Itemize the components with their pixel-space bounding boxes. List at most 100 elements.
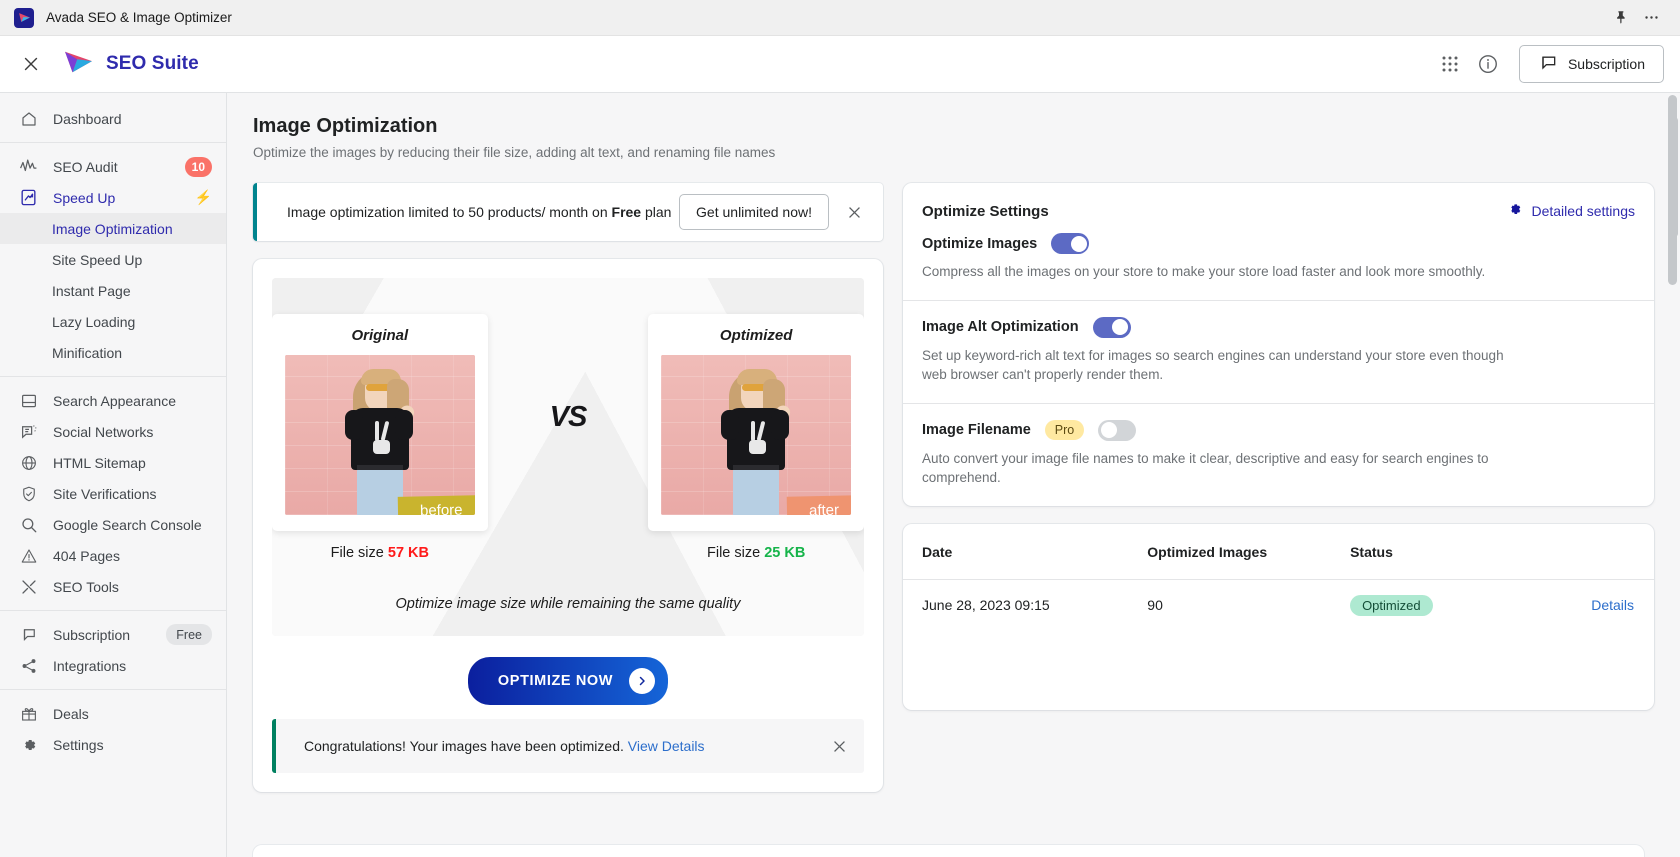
optimize-settings-panel: Optimize Settings Detailed settings Opti… <box>903 183 1654 506</box>
sidebar-item-label: Integrations <box>53 657 127 674</box>
sidebar: Dashboard SEO Audit 10 Speed Up ⚡ Image … <box>0 93 227 857</box>
sidebar-item-google-search-console[interactable]: Google Search Console <box>0 509 226 540</box>
plan-limit-banner: Image optimization limited to 50 product… <box>253 183 883 241</box>
sidebar-item-deals[interactable]: Deals <box>0 698 226 729</box>
more-options-icon[interactable] <box>1636 5 1666 31</box>
get-unlimited-button[interactable]: Get unlimited now! <box>679 194 829 230</box>
setting-label: Image Filename <box>922 422 1031 439</box>
main-content: Image Optimization Optimize the images b… <box>227 93 1680 857</box>
sidebar-item-404-pages[interactable]: 404 Pages <box>0 540 226 571</box>
plan-limit-text: Image optimization limited to 50 product… <box>287 204 679 220</box>
close-icon[interactable] <box>14 47 48 81</box>
sidebar-item-html-sitemap[interactable]: HTML Sitemap <box>0 447 226 478</box>
column-header-action <box>1526 523 1654 580</box>
plan-text-after: plan <box>641 204 672 220</box>
setting-description: Auto convert your image file names to ma… <box>922 450 1489 486</box>
subscription-button[interactable]: Subscription <box>1518 45 1664 83</box>
sidebar-item-label: Search Appearance <box>53 392 176 409</box>
sidebar-subitem-label: Lazy Loading <box>52 313 136 330</box>
original-label: Original <box>351 327 409 344</box>
home-icon <box>18 108 39 129</box>
sidebar-item-speed-up[interactable]: Speed Up ⚡ <box>0 182 226 213</box>
chevron-right-icon <box>629 668 656 694</box>
pulse-icon <box>18 156 39 177</box>
pin-icon[interactable] <box>1606 5 1636 31</box>
optimize-images-toggle[interactable] <box>1051 233 1090 254</box>
sidebar-group-account: Subscription Free Integrations <box>0 610 226 689</box>
page-title: Image Optimization <box>253 115 438 137</box>
details-link[interactable]: Details <box>1591 597 1634 613</box>
sidebar-item-integrations[interactable]: Integrations <box>0 650 226 681</box>
setting-label: Image Alt Optimization <box>922 319 1079 336</box>
sidebar-subitem-label: Minification <box>52 344 123 361</box>
optimized-filesize-prefix: File size <box>707 545 765 561</box>
sidebar-item-label: Dashboard <box>53 110 122 127</box>
seo-suite-logo-icon <box>64 49 94 80</box>
sidebar-item-label: Settings <box>53 736 104 753</box>
table-row: June 28, 2023 09:15 90 Optimized Details <box>903 579 1654 631</box>
sidebar-item-subscription[interactable]: Subscription Free <box>0 619 226 650</box>
sidebar-item-image-optimization[interactable]: Image Optimization <box>0 213 226 244</box>
sidebar-item-label: Google Search Console <box>53 516 202 533</box>
sidebar-item-instant-page[interactable]: Instant Page <box>0 275 226 306</box>
tools-icon <box>18 576 39 597</box>
sidebar-item-seo-audit[interactable]: SEO Audit 10 <box>0 151 226 182</box>
original-filesize-prefix: File size <box>330 545 388 561</box>
original-filesize-value: 57 KB <box>387 545 429 561</box>
optimized-label: Optimized <box>719 327 793 344</box>
sidebar-item-label: Site Verifications <box>53 485 157 502</box>
app-header: SEO Suite Subscription <box>0 36 1680 93</box>
content-inner: Image Optimization Optimize the images b… <box>227 115 1680 792</box>
sidebar-item-dashboard[interactable]: Dashboard <box>0 103 226 134</box>
optimization-card: Original before File size 57 KB VS Optim… <box>253 259 883 792</box>
gift-icon <box>18 703 39 724</box>
subscription-button-label: Subscription <box>1567 56 1645 72</box>
column-header-status: Status <box>1331 523 1527 580</box>
setting-optimize-images: Optimize Images Compress all the images … <box>903 229 1654 300</box>
sidebar-item-label: Deals <box>53 705 89 722</box>
close-icon[interactable] <box>839 197 869 227</box>
sidebar-item-search-appearance[interactable]: Search Appearance <box>0 385 226 416</box>
page-subtitle: Optimize the images by reducing their fi… <box>253 145 776 160</box>
info-icon[interactable] <box>1469 45 1507 83</box>
detailed-settings-link[interactable]: Detailed settings <box>1506 201 1635 221</box>
optimize-settings-header: Optimize Settings Detailed settings <box>903 183 1654 229</box>
avada-logo-icon <box>14 7 34 28</box>
speed-up-icon <box>18 187 39 208</box>
content-columns: Image optimization limited to 50 product… <box>253 117 1678 792</box>
next-section-peek <box>253 845 1644 857</box>
right-column: Optimize Settings Detailed settings Opti… <box>903 117 1678 710</box>
sidebar-item-site-verifications[interactable]: Site Verifications <box>0 478 226 509</box>
column-header-optimized-images: Optimized Images <box>1128 523 1332 580</box>
comparison-row: Original before File size 57 KB VS Optim… <box>272 278 864 561</box>
sidebar-item-social-networks[interactable]: Social Networks <box>0 416 226 447</box>
sidebar-item-seo-tools[interactable]: SEO Tools <box>0 571 226 602</box>
sidebar-item-lazy-loading[interactable]: Lazy Loading <box>0 306 226 337</box>
optimized-card: Optimized after <box>648 314 864 531</box>
before-tape-label: before <box>397 495 475 515</box>
sidebar-badge-seo-audit: 10 <box>184 156 212 177</box>
inbox-icon <box>18 390 39 411</box>
close-icon[interactable] <box>824 731 854 761</box>
image-filename-toggle[interactable] <box>1098 419 1137 441</box>
cell-status: Optimized <box>1331 579 1526 631</box>
sidebar-subitem-label: Instant Page <box>52 282 131 299</box>
optimized-shot: Optimized after File size 25 KB <box>648 314 864 561</box>
optimized-photo: after <box>661 355 851 515</box>
view-details-link[interactable]: View Details <box>628 738 705 754</box>
sidebar-group-features: Search Appearance Social Networks HTML S… <box>0 376 226 610</box>
apps-grid-icon[interactable] <box>1431 45 1469 83</box>
optimize-now-button[interactable]: OPTIMIZE NOW <box>467 657 669 705</box>
detailed-settings-label: Detailed settings <box>1531 203 1635 219</box>
setting-description: Set up keyword-rich alt text for images … <box>922 347 1504 383</box>
sidebar-item-label: SEO Audit <box>53 158 118 175</box>
sidebar-item-minification[interactable]: Minification <box>0 337 226 368</box>
model-illustration <box>339 365 421 515</box>
sidebar-item-settings[interactable]: Settings <box>0 729 226 760</box>
window-titlebar: Avada SEO & Image Optimizer <box>0 0 1680 36</box>
image-alt-optimization-toggle[interactable] <box>1092 316 1131 338</box>
sidebar-item-site-speed-up[interactable]: Site Speed Up <box>0 244 226 275</box>
original-filesize: File size 57 KB <box>272 545 488 561</box>
success-banner: Congratulations! Your images have been o… <box>272 719 864 773</box>
window-title: Avada SEO & Image Optimizer <box>46 10 232 25</box>
